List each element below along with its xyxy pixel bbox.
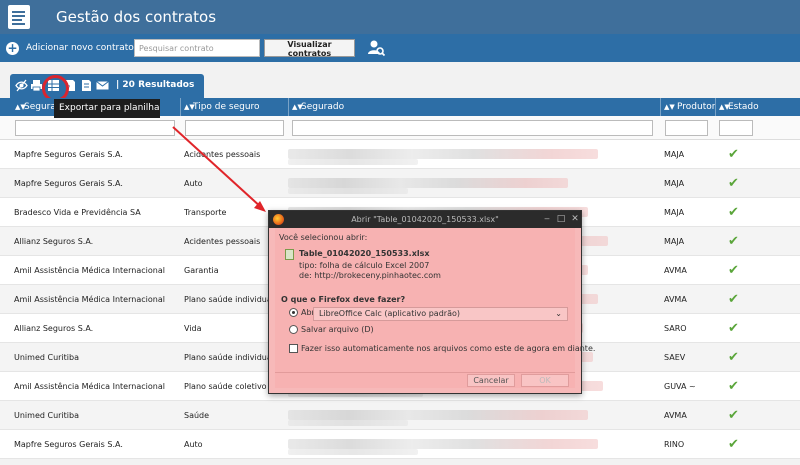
check-icon: ✔ [728, 147, 739, 162]
table-row[interactable]: Mapfre Seguros Gerais S.A. Acidentes pes… [0, 140, 800, 169]
user-search-icon[interactable] [367, 39, 385, 57]
document-icon [8, 5, 30, 29]
filter-segurado-input[interactable] [292, 120, 653, 136]
page-title: Gestão dos contratos [56, 8, 217, 26]
cell-seguradora: Amil Assistência Médica Internacional [14, 382, 165, 391]
results-tab: P | 20 Resultados [10, 74, 204, 98]
cell-segurado-redacted [288, 140, 658, 169]
cell-produtor: RINO [664, 440, 685, 449]
export-document-icon[interactable] [80, 79, 93, 92]
cell-tipo: Acidentes pessoais [184, 150, 261, 159]
maximize-icon[interactable]: □ [555, 213, 567, 225]
firefox-icon [273, 214, 284, 225]
filter-row [0, 116, 800, 140]
hide-columns-icon[interactable] [15, 79, 28, 92]
cell-produtor: SARO [664, 324, 687, 333]
column-header-segurado[interactable]: ▲▼ Segurado [288, 98, 660, 116]
auto-action-checkbox[interactable] [289, 344, 298, 353]
cell-seguradora: Unimed Curitiba [14, 353, 79, 362]
chevron-down-icon: ⌄ [555, 309, 562, 318]
cell-produtor: GUVA ~ [664, 382, 696, 391]
view-contracts-button[interactable]: Visualizar contratos [264, 39, 355, 58]
table-row[interactable]: Mapfre Seguros Gerais S.A. Auto RINO ✔ [0, 430, 800, 459]
check-icon: ✔ [728, 263, 739, 278]
application-select[interactable]: LibreOffice Calc (aplicativo padrão) ⌄ [313, 307, 568, 321]
cell-segurado-redacted [288, 401, 658, 430]
dialog-titlebar: Abrir "Table_01042020_150533.xlsx" ‒ □ ✕ [269, 211, 581, 228]
app-titlebar: Gestão dos contratos [0, 0, 800, 34]
cell-produtor: MAJA [664, 179, 685, 188]
check-icon: ✔ [728, 408, 739, 423]
print-icon[interactable] [30, 79, 43, 92]
download-dialog: Abrir "Table_01042020_150533.xlsx" ‒ □ ✕… [268, 210, 595, 394]
cell-seguradora: Bradesco Vida e Previdência SA [14, 208, 141, 217]
minimize-icon[interactable]: ‒ [541, 213, 553, 225]
cell-seguradora: Mapfre Seguros Gerais S.A. [14, 150, 123, 159]
search-input[interactable] [134, 39, 260, 57]
cell-produtor: AVMA [664, 295, 687, 304]
dialog-body: Você selecionou abrir: Table_01042020_15… [275, 228, 595, 388]
filter-produtor-input[interactable] [665, 120, 708, 136]
dialog-intro: Você selecionou abrir: [279, 233, 368, 242]
column-header-estado[interactable]: ▲▼ Estado [715, 98, 765, 116]
cancel-button[interactable]: Cancelar [467, 374, 515, 387]
add-contract-label: Adicionar novo contrato [26, 43, 134, 53]
check-icon: ✔ [728, 379, 739, 394]
toolbar: + Adicionar novo contrato Visualizar con… [0, 34, 800, 62]
spreadsheet-file-icon [285, 249, 294, 260]
check-icon: ✔ [728, 205, 739, 220]
dialog-separator [275, 372, 575, 373]
cell-seguradora: Mapfre Seguros Gerais S.A. [14, 440, 123, 449]
open-with-radio[interactable] [289, 308, 298, 317]
results-count: | 20 Resultados [116, 80, 195, 90]
export-tooltip: Exportar para planilha [54, 99, 160, 118]
table-row[interactable]: Unimed Curitiba Saúde AVMA ✔ [0, 401, 800, 430]
cell-seguradora: Amil Assistência Médica Internacional [14, 266, 165, 275]
dialog-file-type: tipo: folha de cálculo Excel 2007 [299, 261, 430, 270]
check-icon: ✔ [728, 176, 739, 191]
check-icon: ✔ [728, 350, 739, 365]
cell-produtor: AVMA [664, 411, 687, 420]
cell-tipo: Saúde [184, 411, 210, 420]
cell-seguradora: Amil Assistência Médica Internacional [14, 295, 165, 304]
cell-produtor: MAJA [664, 208, 685, 217]
plus-icon: + [6, 40, 19, 55]
cell-segurado-redacted [288, 169, 658, 198]
cell-produtor: MAJA [664, 150, 685, 159]
column-header-tipo[interactable]: ▲▼ Tipo de seguro [180, 98, 288, 116]
dialog-question: O que o Firefox deve fazer? [281, 295, 406, 304]
check-icon: ✔ [728, 292, 739, 307]
cell-segurado-redacted [288, 430, 658, 459]
dialog-title: Abrir "Table_01042020_150533.xlsx" [351, 215, 499, 224]
dialog-filename: Table_01042020_150533.xlsx [299, 249, 430, 258]
auto-action-label: Fazer isso automaticamente nos arquivos … [301, 344, 596, 353]
cell-seguradora: Unimed Curitiba [14, 411, 79, 420]
cell-produtor: MAJA [664, 237, 685, 246]
filter-tipo-input[interactable] [185, 120, 284, 136]
filter-seguradora-input[interactable] [15, 120, 175, 136]
filter-estado-input[interactable] [719, 120, 753, 136]
save-file-radio[interactable] [289, 325, 298, 334]
cell-seguradora: Allianz Seguros S.A. [14, 237, 94, 246]
check-icon: ✔ [728, 321, 739, 336]
cell-produtor: SAEV [664, 353, 686, 362]
ok-button[interactable]: OK [521, 374, 569, 387]
email-icon[interactable] [96, 79, 109, 92]
column-header-produtor[interactable]: ▲▼ Produtor [660, 98, 715, 116]
dialog-file-source: de: http://brokeceny.pinhaotec.com [299, 271, 441, 280]
table-row[interactable]: Mapfre Seguros Gerais S.A. Auto MAJA ✔ [0, 169, 800, 198]
check-icon: ✔ [728, 437, 739, 452]
cell-produtor: AVMA [664, 266, 687, 275]
add-contract-button[interactable]: + Adicionar novo contrato [6, 41, 134, 55]
check-icon: ✔ [728, 234, 739, 249]
save-file-label: Salvar arquivo (D) [301, 325, 374, 334]
cell-seguradora: Mapfre Seguros Gerais S.A. [14, 179, 123, 188]
close-icon[interactable]: ✕ [569, 213, 581, 225]
cell-seguradora: Allianz Seguros S.A. [14, 324, 94, 333]
cell-tipo: Auto [184, 179, 203, 188]
cell-tipo: Auto [184, 440, 203, 449]
